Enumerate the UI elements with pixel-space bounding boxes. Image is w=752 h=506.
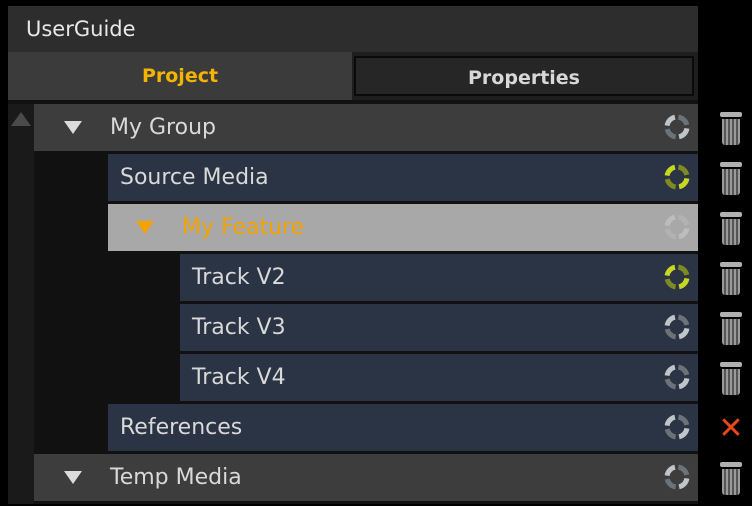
tree-item-track-v3[interactable]: Track V3 xyxy=(180,304,698,351)
trash-icon[interactable] xyxy=(720,360,742,396)
tree-item-label: Track V2 xyxy=(192,265,286,290)
tree-item-label: Track V4 xyxy=(192,365,286,390)
trash-icon[interactable] xyxy=(720,110,742,146)
expand-arrow-icon[interactable] xyxy=(136,221,154,234)
tree-item-source-media[interactable]: Source Media xyxy=(108,154,698,201)
trash-icon[interactable] xyxy=(720,160,742,196)
remove-icon[interactable]: ✕ xyxy=(716,414,746,444)
tree-scrollbar[interactable] xyxy=(8,104,34,504)
expand-arrow-icon[interactable] xyxy=(64,471,82,484)
tree-item-label: My Group xyxy=(110,115,216,140)
tree-item-my-feature[interactable]: My Feature xyxy=(108,204,698,251)
tree-item-label: References xyxy=(120,415,243,440)
scroll-up-icon[interactable] xyxy=(11,112,31,126)
tree-item-label: Track V3 xyxy=(192,315,286,340)
trash-icon[interactable] xyxy=(720,210,742,246)
tab-bar: Project Properties xyxy=(8,52,698,100)
tree-item-track-v4[interactable]: Track V4 xyxy=(180,354,698,401)
tree-item-label: Source Media xyxy=(120,165,269,190)
trash-icon[interactable] xyxy=(720,310,742,346)
sync-status-icon[interactable] xyxy=(662,312,692,342)
tree-item-references[interactable]: References xyxy=(108,404,698,451)
expand-arrow-icon[interactable] xyxy=(64,121,82,134)
trash-icon[interactable] xyxy=(720,460,742,496)
tree-item-label: Temp Media xyxy=(110,465,242,490)
sync-status-icon[interactable] xyxy=(662,412,692,442)
sync-status-icon[interactable] xyxy=(662,162,692,192)
tab-properties[interactable]: Properties xyxy=(354,56,694,96)
sync-status-icon[interactable] xyxy=(662,212,692,242)
trash-icon[interactable] xyxy=(720,260,742,296)
window-title: UserGuide xyxy=(8,6,698,52)
tab-project[interactable]: Project xyxy=(8,52,352,100)
sync-status-icon[interactable] xyxy=(662,262,692,292)
sync-status-icon[interactable] xyxy=(662,362,692,392)
tree-item-my-group[interactable]: My Group xyxy=(34,104,698,151)
tree-item-label: My Feature xyxy=(182,215,305,240)
sync-status-icon[interactable] xyxy=(662,112,692,142)
tree-item-track-v2[interactable]: Track V2 xyxy=(180,254,698,301)
sync-status-icon[interactable] xyxy=(662,462,692,492)
tree-item-temp-media[interactable]: Temp Media xyxy=(34,454,698,501)
